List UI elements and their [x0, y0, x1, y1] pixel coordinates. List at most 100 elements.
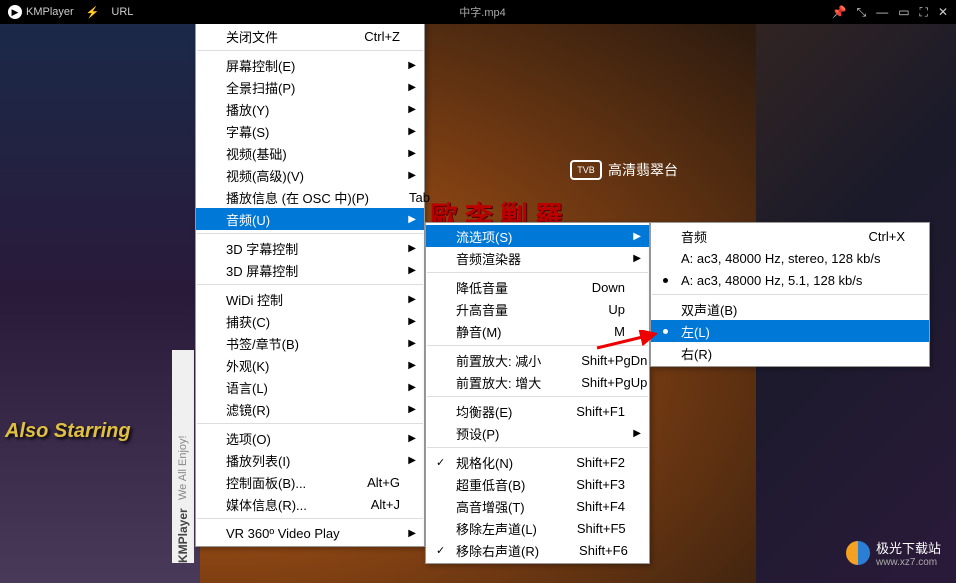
menu-pan-scan[interactable]: 全景扫描(P)▶ — [196, 76, 424, 98]
menu-remove-right[interactable]: ✓移除右声道(R)Shift+F6 — [426, 539, 649, 561]
chevron-right-icon: ▶ — [408, 104, 416, 115]
chevron-right-icon: ▶ — [633, 253, 641, 264]
menu-separator — [427, 396, 648, 397]
menu-stream-options[interactable]: 流选项(S)▶ — [426, 225, 649, 247]
menu-normalize[interactable]: ✓规格化(N)Shift+F2 — [426, 451, 649, 473]
menu-play-info[interactable]: 播放信息 (在 OSC 中)(P)Tab — [196, 186, 424, 208]
menu-filter[interactable]: 滤镜(R)▶ — [196, 398, 424, 420]
pin-icon[interactable]: 📌 — [832, 5, 847, 19]
context-menu-audio: 流选项(S)▶ 音频渲染器▶ 降低音量Down 升高音量Up 静音(M)M 前置… — [425, 222, 650, 564]
menu-capture[interactable]: 捕获(C)▶ — [196, 310, 424, 332]
menu-3d-subtitle[interactable]: 3D 字幕控制▶ — [196, 237, 424, 259]
menu-audio[interactable]: 音频(U)▶ — [196, 208, 424, 230]
menu-screen-control[interactable]: 屏幕控制(E)▶ — [196, 54, 424, 76]
menu-media-info[interactable]: 媒体信息(R)...Alt+J — [196, 493, 424, 515]
credits-text: Also Starring — [5, 420, 131, 443]
chevron-right-icon: ▶ — [408, 382, 416, 393]
menu-video-advanced[interactable]: 视频(高级)(V)▶ — [196, 164, 424, 186]
chevron-right-icon: ▶ — [408, 455, 416, 466]
menu-preset[interactable]: 预设(P)▶ — [426, 422, 649, 444]
chevron-right-icon: ▶ — [408, 433, 416, 444]
chevron-right-icon: ▶ — [408, 404, 416, 415]
menu-language[interactable]: 语言(L)▶ — [196, 376, 424, 398]
app-name: KMPlayer — [26, 6, 74, 18]
context-menu-stream: 音频Ctrl+X A: ac3, 48000 Hz, stereo, 128 k… — [650, 222, 930, 367]
chevron-right-icon: ▶ — [408, 265, 416, 276]
menu-track-stereo[interactable]: A: ac3, 48000 Hz, stereo, 128 kb/s — [651, 247, 929, 269]
chevron-right-icon: ▶ — [408, 214, 416, 225]
menu-channel-stereo[interactable]: 双声道(B) — [651, 298, 929, 320]
menu-separator — [197, 518, 423, 519]
menu-mute[interactable]: 静音(M)M — [426, 320, 649, 342]
tvb-logo-icon: TVB — [570, 160, 602, 180]
menu-options[interactable]: 选项(O)▶ — [196, 427, 424, 449]
radio-selected-icon — [663, 329, 668, 334]
menu-channel-right[interactable]: 右(R) — [651, 342, 929, 364]
check-icon: ✓ — [436, 456, 445, 469]
tv-channel-name: 高清翡翠台 — [608, 160, 678, 180]
menu-bookmark[interactable]: 书签/章节(B)▶ — [196, 332, 424, 354]
app-logo[interactable]: ▶ KMPlayer — [8, 5, 74, 19]
menu-close-file[interactable]: 关闭文件Ctrl+Z — [196, 25, 424, 47]
menu-control-panel[interactable]: 控制面板(B)...Alt+G — [196, 471, 424, 493]
chevron-right-icon: ▶ — [408, 60, 416, 71]
bolt-icon[interactable]: ⚡ — [86, 6, 100, 19]
menu-skin[interactable]: 外观(K)▶ — [196, 354, 424, 376]
radio-selected-icon — [663, 278, 668, 283]
menu-separator — [427, 345, 648, 346]
side-tagline: We All Enjoy! — [177, 436, 189, 501]
menu-audio-renderer[interactable]: 音频渲染器▶ — [426, 247, 649, 269]
fullscreen-icon[interactable]: ⛶ — [920, 5, 928, 20]
menu-track-surround[interactable]: A: ac3, 48000 Hz, 5.1, 128 kb/s — [651, 269, 929, 291]
chevron-right-icon: ▶ — [633, 428, 641, 439]
chevron-right-icon: ▶ — [408, 338, 416, 349]
side-brand-label: KMPlayer We All Enjoy! — [172, 350, 194, 563]
chevron-right-icon: ▶ — [408, 82, 416, 93]
menu-separator — [197, 423, 423, 424]
close-icon[interactable]: ✕ — [938, 5, 948, 19]
menu-preamp-down[interactable]: 前置放大: 减小Shift+PgDn — [426, 349, 649, 371]
menu-remove-left[interactable]: 移除左声道(L)Shift+F5 — [426, 517, 649, 539]
url-button[interactable]: URL — [111, 6, 133, 18]
restore-icon[interactable]: ▭ — [898, 5, 909, 19]
menu-volume-up[interactable]: 升高音量Up — [426, 298, 649, 320]
menu-audio-track[interactable]: 音频Ctrl+X — [651, 225, 929, 247]
tv-watermark: TVB 高清翡翠台 — [570, 160, 678, 180]
menu-separator — [197, 284, 423, 285]
menu-play[interactable]: 播放(Y)▶ — [196, 98, 424, 120]
chevron-right-icon: ▶ — [408, 360, 416, 371]
video-background-right — [0, 0, 200, 583]
download-logo-icon — [846, 541, 870, 565]
menu-widi[interactable]: WiDi 控制▶ — [196, 288, 424, 310]
menu-playlist[interactable]: 播放列表(I)▶ — [196, 449, 424, 471]
chevron-right-icon: ▶ — [408, 243, 416, 254]
menu-subtitle[interactable]: 字幕(S)▶ — [196, 120, 424, 142]
check-icon: ✓ — [436, 544, 445, 557]
menu-3d-screen[interactable]: 3D 屏幕控制▶ — [196, 259, 424, 281]
minimize-icon[interactable]: — — [876, 5, 888, 19]
download-site-watermark: 极光下载站 www.xz7.com — [846, 538, 941, 568]
menu-equalizer[interactable]: 均衡器(E)Shift+F1 — [426, 400, 649, 422]
chevron-right-icon: ▶ — [408, 126, 416, 137]
chevron-right-icon: ▶ — [408, 170, 416, 181]
menu-video-basic[interactable]: 视频(基础)▶ — [196, 142, 424, 164]
menu-volume-down[interactable]: 降低音量Down — [426, 276, 649, 298]
menu-separator — [427, 272, 648, 273]
menu-separator — [197, 233, 423, 234]
menu-vr360[interactable]: VR 360º Video Play▶ — [196, 522, 424, 544]
download-site-name: 极光下载站 — [876, 538, 941, 557]
chevron-right-icon: ▶ — [408, 528, 416, 539]
menu-separator — [197, 50, 423, 51]
menu-super-bass[interactable]: 超重低音(B)Shift+F3 — [426, 473, 649, 495]
menu-treble-boost[interactable]: 高音增强(T)Shift+F4 — [426, 495, 649, 517]
download-site-url: www.xz7.com — [876, 557, 941, 568]
chevron-right-icon: ▶ — [408, 294, 416, 305]
side-brand: KMPlayer — [176, 508, 190, 563]
menu-separator — [427, 447, 648, 448]
menu-channel-left[interactable]: 左(L) — [651, 320, 929, 342]
menu-preamp-up[interactable]: 前置放大: 增大Shift+PgUp — [426, 371, 649, 393]
menu-separator — [652, 294, 928, 295]
titlebar: ▶ KMPlayer ⚡ URL 中字.mp4 📌 ⤡ — ▭ ⛶ ✕ — [0, 0, 956, 24]
context-menu-main: 收藏夹(A)▶ 关闭文件Ctrl+Z 屏幕控制(E)▶ 全景扫描(P)▶ 播放(… — [195, 0, 425, 547]
compact-icon[interactable]: ⤡ — [857, 5, 867, 20]
